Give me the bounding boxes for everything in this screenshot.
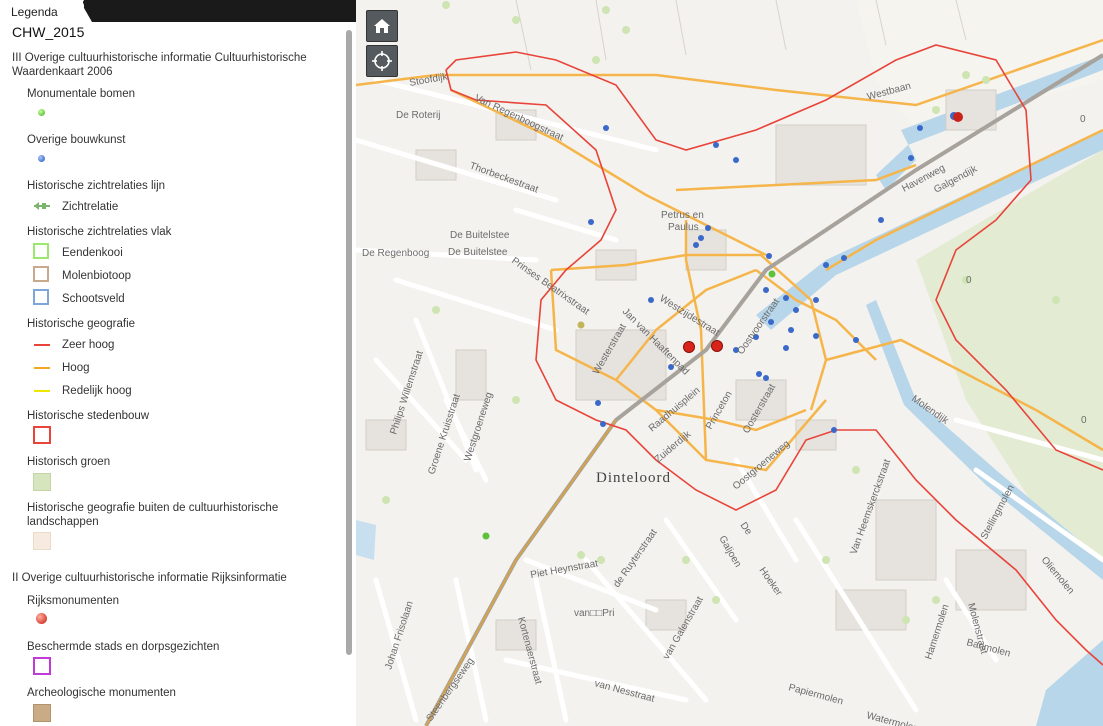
- red-dot-icon: [36, 613, 47, 624]
- label-dinteloord: Dinteloord: [596, 470, 671, 486]
- molenbiotoop-swatch-icon: [33, 266, 49, 282]
- label-piet-heynstraat: Piet Heynstraat: [530, 558, 599, 581]
- misc-marker: [577, 321, 585, 329]
- rijksmonument-marker-2: [711, 340, 723, 352]
- label-de-buitelstee-2: De Buitelstee: [448, 247, 508, 258]
- legend-item-monumentale-bomen: Monumentale bomen: [27, 88, 136, 100]
- legend-sub-molenbiotoop: Molenbiotoop: [62, 270, 132, 282]
- label-galjoen: Galjoen: [716, 534, 743, 569]
- redelijk-hoog-line-icon: [34, 390, 50, 392]
- label-van-pri: van□□Pri: [574, 608, 614, 619]
- legend-item-zichtrelaties-vlak: Historische zichtrelaties vlak: [27, 226, 172, 238]
- rijksmonument-marker: [683, 341, 695, 353]
- legend-body: CHW_2015 III Overige cultuurhistorische …: [0, 22, 344, 726]
- beschermde-swatch-icon: [33, 657, 51, 675]
- green-dot-icon: [38, 109, 45, 116]
- label-stoofdijk: Stoofdijk: [409, 71, 450, 89]
- label-westzijdestraat: Westzijdestraat: [657, 293, 721, 339]
- label-zero-a: 0: [1080, 114, 1086, 125]
- legend-item-geografie-buiten: Historische geografie buiten de cultuurh…: [27, 502, 279, 528]
- archeologische-swatch-icon: [33, 704, 51, 722]
- sightline-arrow-icon: [34, 202, 50, 210]
- schootsveld-swatch-icon: [33, 289, 49, 305]
- buiten-swatch-icon: [33, 532, 51, 550]
- water-bottom-right: [1036, 640, 1103, 726]
- label-zuiderdijk: Zuiderdijk: [653, 428, 694, 465]
- stedenbouw-swatch-icon: [33, 426, 51, 444]
- label-van-nesstraat: van Nesstraat: [593, 678, 656, 705]
- label-de: De: [738, 520, 755, 537]
- label-petrus-en: Petrus en: [661, 210, 704, 221]
- label-de-ruyterstraat: de Ruyterstraat: [611, 527, 659, 589]
- legend-sub-schootsveld: Schootsveld: [62, 293, 125, 305]
- blue-dot-icon: [38, 155, 45, 162]
- basemap: Stoofdijk Van Regenboogstraat De Roterij…: [356, 0, 1103, 726]
- legend-item-archeologische: Archeologische monumenten: [27, 687, 176, 699]
- legend-tab-label: Legenda: [11, 5, 58, 19]
- label-de-buitelstee-1: De Buitelstee: [450, 230, 510, 241]
- label-hoeker: Hoeker: [757, 565, 785, 598]
- label-de-roterij: De Roterij: [396, 110, 440, 121]
- label-papiermolen: Papiermolen: [787, 682, 844, 707]
- label-kortenaerstraat: Kortenaerstraat: [515, 616, 544, 686]
- monumental-tree-marker: [768, 270, 776, 278]
- monumental-tree-marker-2: [482, 532, 490, 540]
- label-paulus: Paulus: [668, 222, 699, 233]
- hoog-line-icon: [34, 367, 50, 369]
- label-zero-b: 0: [966, 275, 972, 286]
- legend-scrollbar[interactable]: [346, 30, 352, 655]
- legend-sub-eendenkooi: Eendenkooi: [62, 247, 123, 259]
- legend-item-historische-geografie: Historische geografie: [27, 318, 136, 330]
- layer-title: CHW_2015: [12, 24, 85, 40]
- group-title-cultuurhistorische-waardenkaart: III Overige cultuurhistorische informati…: [12, 52, 307, 78]
- rijksmonument-marker-3: [953, 112, 963, 122]
- label-de-regenboog: De Regenboog: [362, 248, 429, 259]
- legend-sub-zeer-hoog: Zeer hoog: [62, 339, 115, 351]
- label-westgroeneweg: Westgroeneweg: [462, 391, 495, 463]
- label-prinses-beatrixstraat: Prinses Beatrixstraat: [509, 255, 591, 317]
- home-icon: [374, 19, 390, 33]
- label-watermolen: Watermolen: [865, 710, 920, 726]
- label-philips-willemstraat: Philips Willemstraat: [388, 349, 425, 436]
- groen-swatch-icon: [33, 473, 51, 491]
- label-steenbergseweg: Steenbergseweg: [424, 656, 476, 724]
- legend-item-overige-bouwkunst: Overige bouwkunst: [27, 134, 126, 146]
- label-princeton: Princeton: [704, 389, 735, 431]
- zeer-hoog-line-icon: [34, 344, 50, 346]
- legend-panel: Legenda CHW_2015 III Overige cultuurhist…: [0, 0, 356, 726]
- label-oostvoorstraat: Oostvoorstraat: [735, 297, 782, 357]
- locate-button[interactable]: [366, 45, 398, 77]
- home-button[interactable]: [366, 10, 398, 42]
- crosshair-icon: [372, 51, 392, 71]
- legend-tab[interactable]: Legenda: [0, 0, 356, 22]
- legend-sub-redelijk-hoog: Redelijk hoog: [62, 385, 132, 397]
- legend-item-zichtrelaties-lijn: Historische zichtrelaties lijn: [27, 180, 166, 192]
- eendenkooi-swatch-icon: [33, 243, 49, 259]
- legend-item-historisch-groen: Historisch groen: [27, 456, 111, 468]
- map-view[interactable]: Stoofdijk Van Regenboogstraat De Roterij…: [356, 0, 1103, 726]
- label-groene-kruisstraat: Groene Kruisstraat: [426, 392, 462, 475]
- label-oliemolen: Oliemolen: [1039, 555, 1076, 597]
- legend-item-historische-stedenbouw: Historische stedenbouw: [27, 410, 150, 422]
- legend-item-beschermde: Beschermde stads en dorpsgezichten: [27, 641, 220, 653]
- water-left: [356, 520, 376, 560]
- group-title-rijksinformatie: II Overige cultuurhistorische informatie…: [12, 572, 287, 584]
- label-hamermolen: Hamermolen: [923, 603, 951, 661]
- label-zero-c: 0: [1081, 415, 1087, 426]
- legend-sub-zichtrelatie: Zichtrelatie: [62, 201, 119, 213]
- legend-item-rijksmonumenten: Rijksmonumenten: [27, 595, 120, 607]
- legend-sub-hoog: Hoog: [62, 362, 90, 374]
